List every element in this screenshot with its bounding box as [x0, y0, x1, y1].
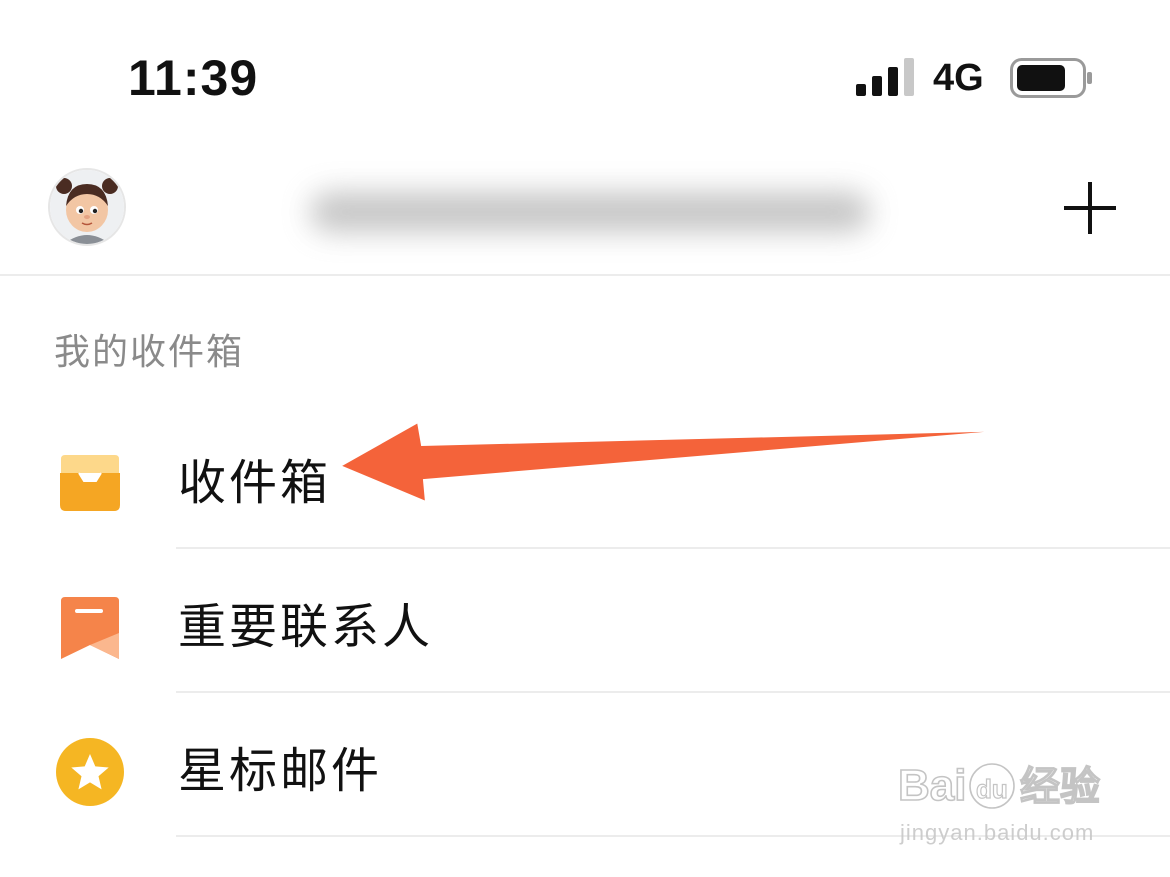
avatar[interactable] [48, 168, 126, 246]
menu-item-starred[interactable]: 星标邮件 [0, 693, 1170, 837]
menu-item-vip-contacts[interactable]: 重要联系人 [0, 549, 1170, 693]
status-bar: 11:39 4G [0, 0, 1170, 150]
menu-item-label: 星标邮件 [178, 743, 383, 799]
add-button[interactable] [1058, 176, 1122, 240]
status-time: 11:39 [128, 50, 259, 106]
menu-item-inbox[interactable]: 收件箱 [0, 405, 1170, 549]
section-title: 我的收件箱 [54, 332, 245, 373]
plus-icon [1064, 182, 1116, 234]
mail-header [0, 150, 1170, 276]
cellular-signal-icon [856, 58, 914, 96]
cartoon-avatar-icon [50, 170, 124, 244]
star-icon [56, 738, 124, 806]
network-type: 4G [933, 57, 984, 99]
menu-item-label: 重要联系人 [178, 599, 434, 655]
divider [176, 835, 1170, 837]
inbox-tray-icon [60, 455, 120, 511]
account-name-blurred [310, 192, 870, 232]
bookmark-icon [61, 597, 119, 659]
menu-item-label: 收件箱 [178, 455, 332, 511]
battery-icon [1010, 58, 1092, 98]
